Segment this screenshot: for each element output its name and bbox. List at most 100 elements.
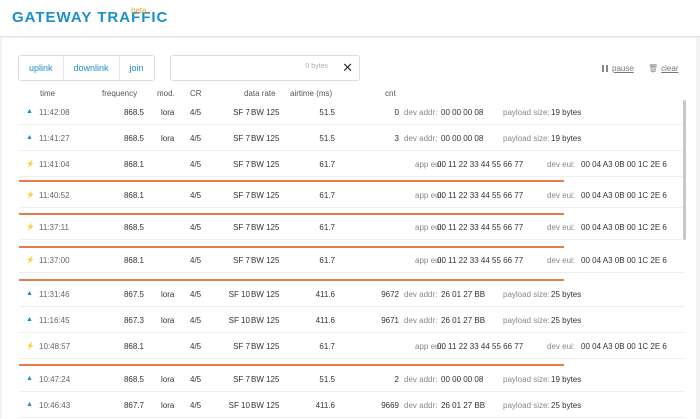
traffic-row[interactable]: ⚡ 10:48:57 868.1 4/5 SF 7 BW 125 61.7 app eui: 0…: [19, 334, 685, 359]
uplink-arrow-icon: ▲: [26, 316, 33, 323]
clear-filter-icon[interactable]: ✕: [342, 60, 353, 76]
row-count: 9669: [381, 401, 399, 410]
dev-eui-value: 00 04 A3 0B 00 1C 2E 6: [581, 342, 667, 351]
downlink-bolt-icon: ⚡: [26, 343, 35, 350]
row-bandwidth: BW 125: [251, 401, 280, 410]
row-time: 10:48:57: [39, 342, 71, 351]
dev-addr-value: 00 00 00 08: [441, 375, 484, 384]
payload-size-label: payload size:: [503, 316, 550, 325]
dev-addr-value: 26 01 27 BB: [441, 290, 486, 299]
dev-eui-label: dev eui:: [547, 191, 576, 200]
traffic-row[interactable]: ⚡ 11:37:11 868.5 4/5 SF 7 BW 125 61.7 app eui: 0…: [19, 215, 685, 240]
join-separator: [19, 279, 564, 281]
payload-size-value: 19 bytes: [551, 108, 582, 117]
dev-eui-value: 00 04 A3 0B 00 1C 2E 6: [581, 191, 667, 200]
row-bandwidth: BW 125: [251, 223, 280, 232]
row-frequency: 867.7: [123, 401, 144, 410]
app-eui-value: 00 11 22 33 44 55 66 77: [437, 223, 524, 232]
row-time: 11:37:11: [39, 223, 69, 232]
app-eui-value: 00 11 22 33 44 55 66 77: [437, 256, 524, 265]
traffic-row[interactable]: ▲ 11:42:08 868.5 lora 4/5 SF 7 BW 125 51.5 0 dev …: [19, 100, 685, 125]
dev-addr-value: 00 00 00 08: [441, 108, 484, 117]
row-coding-rate: 4/5: [190, 223, 202, 232]
pause-label: pause: [612, 64, 634, 73]
row-airtime: 51.5: [319, 134, 335, 143]
dev-eui-value: 00 04 A3 0B 00 1C 2E 6: [581, 160, 667, 169]
row-spreading-factor: SF 7: [233, 108, 250, 117]
row-airtime: 411.6: [315, 401, 335, 410]
message-type-filter: uplink downlink join: [18, 55, 155, 81]
payload-size-label: payload size:: [503, 375, 550, 384]
row-airtime: 411.6: [315, 290, 335, 299]
payload-size-label: payload size:: [503, 290, 550, 299]
payload-size-value: 19 bytes: [551, 134, 582, 143]
row-frequency: 868.5: [123, 134, 144, 143]
row-airtime: 61.7: [319, 160, 335, 169]
row-airtime: 61.7: [319, 191, 335, 200]
row-bandwidth: BW 125: [251, 342, 280, 351]
row-frequency: 868.1: [123, 160, 144, 169]
downlink-filter-button[interactable]: downlink: [64, 56, 120, 80]
row-bandwidth: BW 125: [251, 256, 280, 265]
row-bandwidth: BW 125: [251, 134, 280, 143]
dev-addr-label: dev addr:: [404, 108, 438, 117]
row-spreading-factor: SF 7: [233, 191, 250, 200]
traffic-row[interactable]: ⚡ 11:41:04 868.1 4/5 SF 7 BW 125 61.7 app eui: 0…: [19, 152, 685, 177]
row-modulation: lora: [161, 290, 175, 299]
row-spreading-factor: SF 7: [233, 342, 250, 351]
downlink-bolt-icon: ⚡: [26, 224, 35, 231]
row-frequency: 868.1: [123, 191, 144, 200]
row-bandwidth: BW 125: [251, 290, 280, 299]
row-airtime: 51.5: [319, 375, 335, 384]
row-spreading-factor: SF 7: [233, 160, 250, 169]
pause-button[interactable]: pause: [602, 64, 634, 73]
traffic-row[interactable]: ▲ 11:16:45 867.3 lora 4/5 SF 10 BW 125 411.6 967…: [19, 308, 685, 333]
dev-eui-label: dev eui:: [547, 342, 576, 351]
row-spreading-factor: SF 10: [228, 401, 250, 410]
row-coding-rate: 4/5: [190, 134, 202, 143]
join-separator: [19, 180, 564, 182]
traffic-row[interactable]: ▲ 11:41:27 868.5 lora 4/5 SF 7 BW 125 51.5 3 dev …: [19, 126, 685, 151]
traffic-row[interactable]: ⚡ 11:40:52 868.1 4/5 SF 7 BW 125 61.7 app eui: 0…: [19, 183, 685, 208]
row-time: 11:41:04: [39, 160, 70, 169]
dev-addr-label: dev addr:: [404, 375, 438, 384]
join-filter-button[interactable]: join: [120, 56, 154, 80]
row-spreading-factor: SF 7: [233, 256, 250, 265]
row-bandwidth: BW 125: [251, 191, 280, 200]
row-count: 9672: [381, 290, 399, 299]
row-count: 2: [394, 375, 399, 384]
row-airtime: 61.7: [319, 223, 335, 232]
row-frequency: 867.3: [123, 316, 144, 325]
row-time: 11:41:27: [39, 134, 70, 143]
clear-label: clear: [661, 64, 679, 73]
row-time: 11:16:45: [39, 316, 70, 325]
uplink-arrow-icon: ▲: [26, 134, 33, 141]
row-count: 9671: [381, 316, 399, 325]
payload-size-label: payload size:: [503, 134, 550, 143]
col-cr: CR: [190, 89, 202, 98]
row-bandwidth: BW 125: [251, 375, 280, 384]
uplink-arrow-icon: ▲: [26, 290, 33, 297]
trash-icon: 🗑: [648, 64, 659, 73]
row-spreading-factor: SF 10: [228, 290, 250, 299]
row-spreading-factor: SF 7: [233, 223, 250, 232]
clear-button[interactable]: 🗑 clear: [648, 64, 679, 73]
row-coding-rate: 4/5: [190, 290, 202, 299]
uplink-filter-button[interactable]: uplink: [19, 56, 64, 80]
downlink-bolt-icon: ⚡: [26, 161, 35, 168]
traffic-row[interactable]: ▲ 10:46:43 867.7 lora 4/5 SF 10 BW 125 411.6 966…: [19, 393, 685, 418]
row-frequency: 868.5: [123, 223, 144, 232]
traffic-row[interactable]: ▲ 11:31:46 867.5 lora 4/5 SF 10 BW 125 411.6 967…: [19, 282, 685, 307]
col-data-rate: data rate: [244, 89, 276, 98]
scrollbar[interactable]: [683, 100, 686, 240]
dev-eui-label: dev eui:: [547, 223, 576, 232]
traffic-row[interactable]: ⚡ 11:37:00 868.1 4/5 SF 7 BW 125 61.7 app eui: 0…: [19, 248, 685, 273]
search-filter-input[interactable]: 0 bytes ✕: [170, 55, 360, 81]
row-time: 11:42:08: [39, 108, 70, 117]
app-eui-value: 00 11 22 33 44 55 66 77: [437, 191, 524, 200]
row-time: 11:40:52: [39, 191, 70, 200]
payload-size-label: payload size:: [503, 108, 550, 117]
row-frequency: 868.5: [123, 375, 144, 384]
payload-size-value: 25 bytes: [551, 401, 582, 410]
traffic-row[interactable]: ▲ 10:47:24 868.5 lora 4/5 SF 7 BW 125 51.5 2 dev …: [19, 367, 685, 392]
